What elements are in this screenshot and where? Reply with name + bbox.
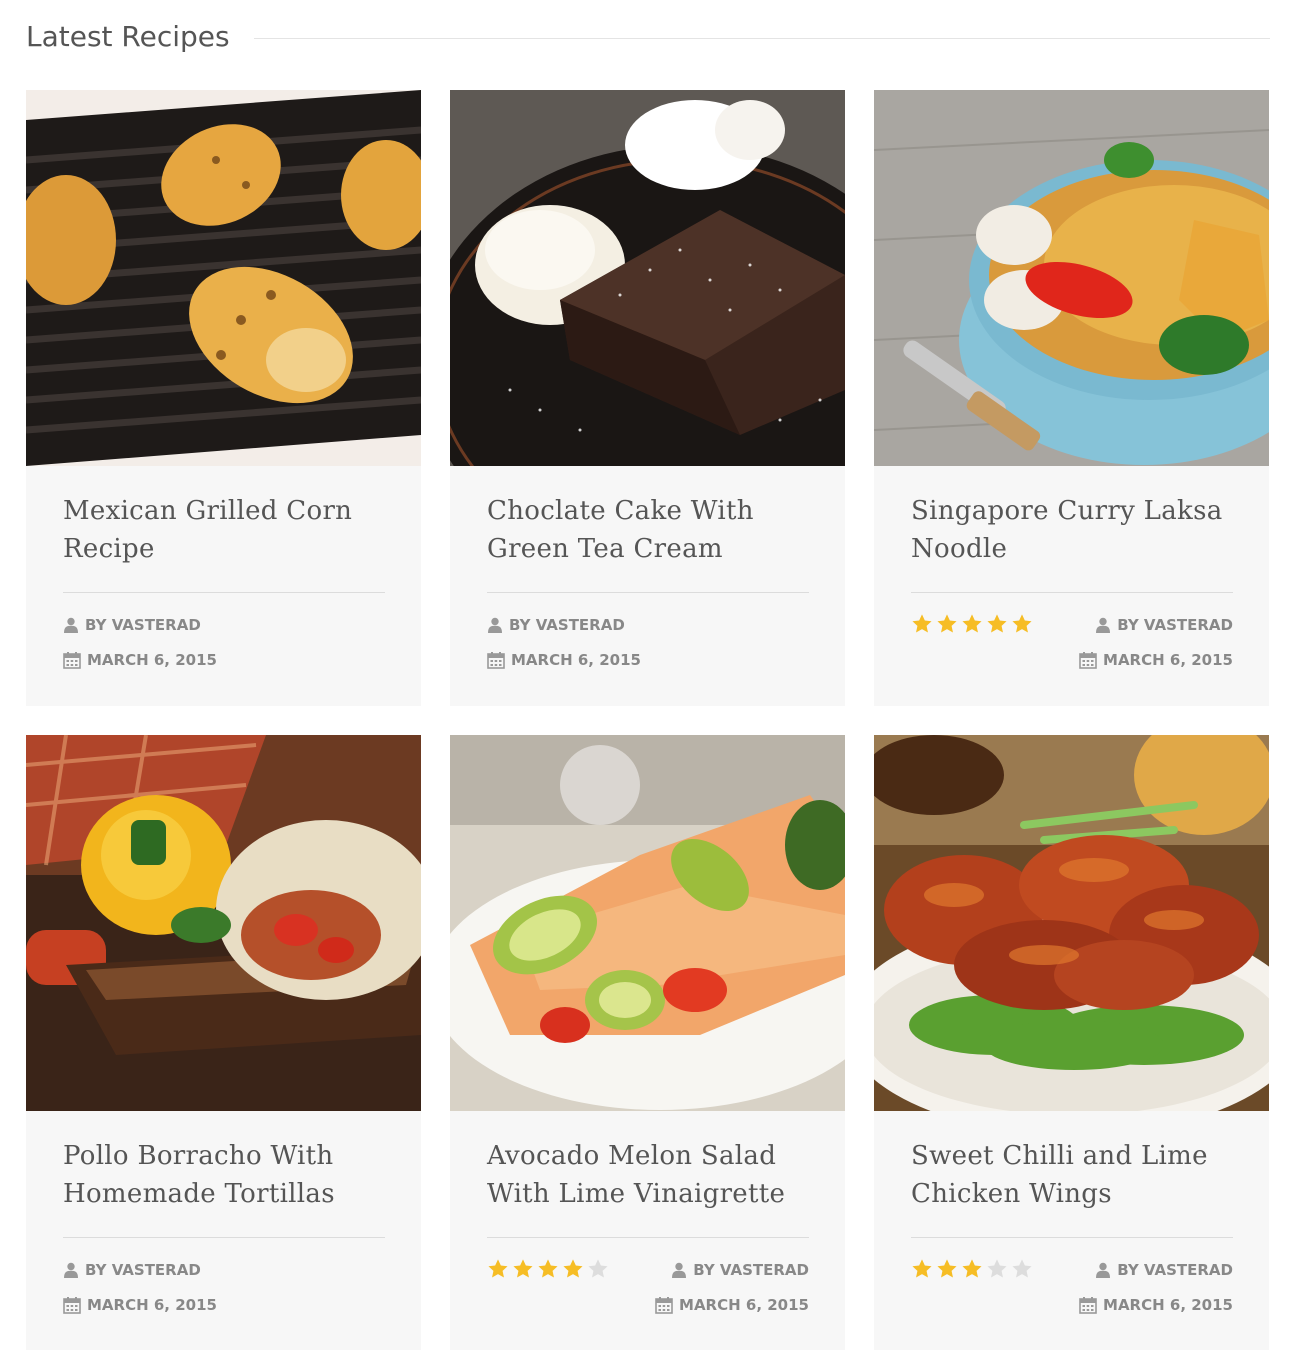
recipe-card[interactable]: Pollo Borracho With Homemade Tortillas B… — [26, 735, 421, 1350]
card-divider — [487, 1237, 809, 1238]
card-divider — [911, 1237, 1233, 1238]
recipe-author: BY VASTERAD — [487, 614, 625, 636]
section-divider — [254, 38, 1270, 39]
star-filled-icon — [537, 1258, 559, 1280]
recipe-author-text[interactable]: BY VASTERAD — [85, 616, 201, 634]
star-filled-icon — [911, 1258, 933, 1280]
star-filled-icon — [936, 613, 958, 635]
recipe-image-laksa-noodle[interactable] — [874, 90, 1269, 466]
recipe-date: MARCH 6, 2015 — [1079, 649, 1233, 671]
recipe-card-body: Avocado Melon Salad With Lime Vinaigrett… — [487, 1111, 809, 1350]
card-divider — [487, 592, 809, 593]
section-title: Latest Recipes — [26, 20, 230, 53]
recipe-image-tortillas[interactable] — [26, 735, 421, 1111]
star-filled-icon — [1011, 613, 1033, 635]
recipe-date-text: MARCH 6, 2015 — [87, 1296, 217, 1314]
star-rating — [911, 613, 1033, 635]
recipe-author-text[interactable]: BY VASTERAD — [1117, 616, 1233, 634]
user-icon — [63, 617, 79, 633]
recipe-author: BY VASTERAD — [63, 614, 201, 636]
recipe-title[interactable]: Choclate Cake With Green Tea Cream — [487, 492, 809, 568]
recipe-author: BY VASTERAD — [1095, 614, 1233, 636]
recipe-card-body: Sweet Chilli and Lime Chicken Wings BY V… — [911, 1111, 1233, 1350]
recipe-title[interactable]: Singapore Curry Laksa Noodle — [911, 492, 1233, 568]
star-filled-icon — [911, 613, 933, 635]
recipe-date-text: MARCH 6, 2015 — [1103, 651, 1233, 669]
calendar-icon — [487, 651, 505, 669]
recipe-date-text: MARCH 6, 2015 — [87, 651, 217, 669]
star-filled-icon — [986, 613, 1008, 635]
recipe-image-chocolate-cake[interactable] — [450, 90, 845, 466]
user-icon — [487, 617, 503, 633]
star-empty-icon — [587, 1258, 609, 1280]
recipe-title[interactable]: Pollo Borracho With Homemade Tortillas — [63, 1137, 385, 1213]
recipe-author: BY VASTERAD — [1095, 1259, 1233, 1281]
star-filled-icon — [961, 613, 983, 635]
recipe-date: MARCH 6, 2015 — [63, 649, 217, 671]
recipe-date: MARCH 6, 2015 — [487, 649, 641, 671]
card-divider — [63, 1237, 385, 1238]
recipe-author: BY VASTERAD — [671, 1259, 809, 1281]
recipe-image-grilled-corn[interactable] — [26, 90, 421, 466]
star-empty-icon — [986, 1258, 1008, 1280]
calendar-icon — [63, 1296, 81, 1314]
recipe-card[interactable]: Mexican Grilled Corn Recipe BY VASTERAD … — [26, 90, 421, 706]
recipe-date-text: MARCH 6, 2015 — [1103, 1296, 1233, 1314]
star-filled-icon — [487, 1258, 509, 1280]
recipe-image-avocado-salad[interactable] — [450, 735, 845, 1111]
recipe-date: MARCH 6, 2015 — [655, 1294, 809, 1316]
recipe-author-text[interactable]: BY VASTERAD — [693, 1261, 809, 1279]
recipe-author: BY VASTERAD — [63, 1259, 201, 1281]
recipe-date: MARCH 6, 2015 — [1079, 1294, 1233, 1316]
recipe-title[interactable]: Mexican Grilled Corn Recipe — [63, 492, 385, 568]
star-filled-icon — [961, 1258, 983, 1280]
recipe-title[interactable]: Avocado Melon Salad With Lime Vinaigrett… — [487, 1137, 809, 1213]
recipe-card-body: Mexican Grilled Corn Recipe BY VASTERAD … — [63, 466, 385, 706]
recipe-image-chicken-wings[interactable] — [874, 735, 1269, 1111]
section-header: Latest Recipes — [26, 14, 1270, 60]
star-filled-icon — [562, 1258, 584, 1280]
star-rating — [911, 1258, 1033, 1280]
star-empty-icon — [1011, 1258, 1033, 1280]
recipe-card-body: Choclate Cake With Green Tea Cream BY VA… — [487, 466, 809, 706]
calendar-icon — [1079, 651, 1097, 669]
user-icon — [671, 1262, 687, 1278]
star-filled-icon — [936, 1258, 958, 1280]
recipe-card-body: Singapore Curry Laksa Noodle BY VASTERAD… — [911, 466, 1233, 706]
calendar-icon — [655, 1296, 673, 1314]
recipe-title[interactable]: Sweet Chilli and Lime Chicken Wings — [911, 1137, 1233, 1213]
calendar-icon — [63, 651, 81, 669]
recipe-card[interactable]: Singapore Curry Laksa Noodle BY VASTERAD… — [874, 90, 1269, 706]
recipe-grid: Mexican Grilled Corn Recipe BY VASTERAD … — [26, 90, 1270, 1350]
card-divider — [911, 592, 1233, 593]
recipe-author-text[interactable]: BY VASTERAD — [509, 616, 625, 634]
recipe-date-text: MARCH 6, 2015 — [511, 651, 641, 669]
star-rating — [487, 1258, 609, 1280]
recipe-date-text: MARCH 6, 2015 — [679, 1296, 809, 1314]
calendar-icon — [1079, 1296, 1097, 1314]
recipe-card[interactable]: Choclate Cake With Green Tea Cream BY VA… — [450, 90, 845, 706]
recipe-date: MARCH 6, 2015 — [63, 1294, 217, 1316]
recipe-card[interactable]: Sweet Chilli and Lime Chicken Wings BY V… — [874, 735, 1269, 1350]
card-divider — [63, 592, 385, 593]
recipe-card-body: Pollo Borracho With Homemade Tortillas B… — [63, 1111, 385, 1350]
user-icon — [63, 1262, 79, 1278]
recipe-author-text[interactable]: BY VASTERAD — [1117, 1261, 1233, 1279]
user-icon — [1095, 617, 1111, 633]
recipe-card[interactable]: Avocado Melon Salad With Lime Vinaigrett… — [450, 735, 845, 1350]
star-filled-icon — [512, 1258, 534, 1280]
recipe-author-text[interactable]: BY VASTERAD — [85, 1261, 201, 1279]
user-icon — [1095, 1262, 1111, 1278]
